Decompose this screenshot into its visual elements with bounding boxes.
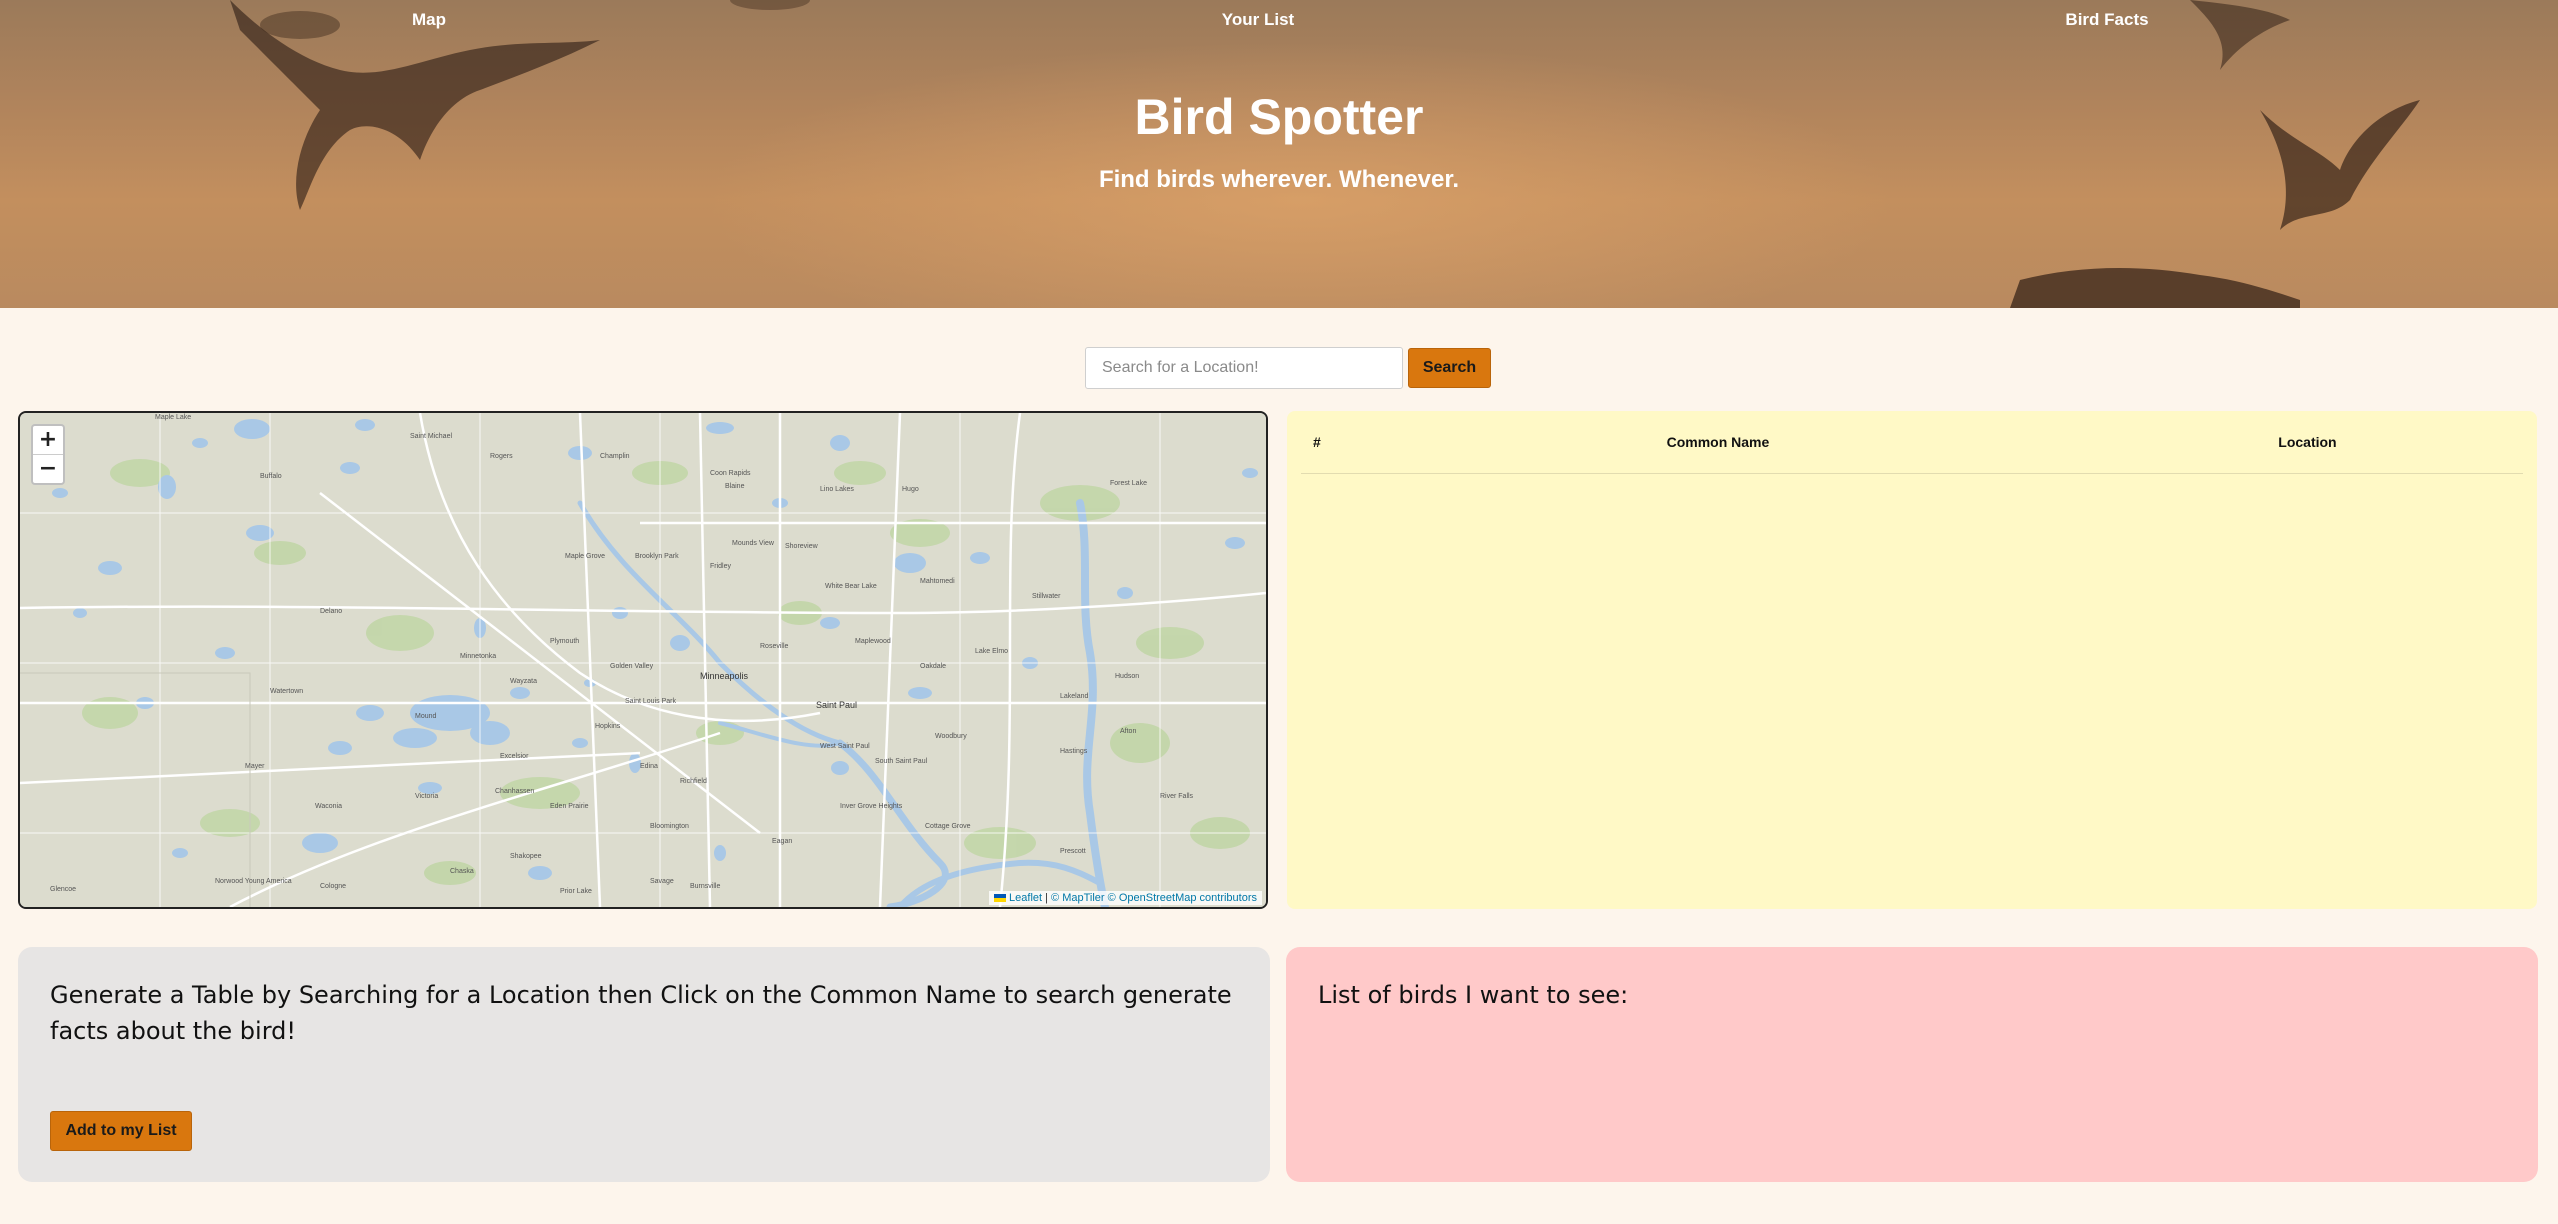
map-label-woodbury: Woodbury	[935, 733, 967, 740]
zoom-out-button[interactable]: −	[33, 454, 63, 483]
map-label-rogers: Rogers	[490, 453, 513, 460]
map-label-south-saint-paul: South Saint Paul	[875, 758, 928, 765]
top-nav: Map Your List Bird Facts	[0, 10, 2558, 36]
map-label-wayzata: Wayzata	[510, 678, 537, 685]
nav-link-your-list[interactable]: Your List	[1222, 10, 1294, 30]
nav-link-map[interactable]: Map	[412, 10, 446, 30]
ukraine-flag-icon	[994, 894, 1007, 903]
map-label-prior-lake: Prior Lake	[560, 888, 592, 895]
map-label-saint-paul: Saint Paul	[816, 700, 857, 710]
map-label-eden-prairie: Eden Prairie	[550, 803, 589, 810]
map-label-chaska: Chaska	[450, 868, 474, 875]
leaflet-link[interactable]: Leaflet	[1009, 892, 1042, 904]
map-label-forest-lake: Forest Lake	[1110, 480, 1147, 487]
map-label-hastings: Hastings	[1060, 748, 1088, 755]
map-label-river-falls: River Falls	[1160, 793, 1194, 800]
column-header-location: Location	[2091, 411, 2523, 474]
table-header-row: # Common Name Location	[1301, 411, 2523, 474]
map-label-coon-rapids: Coon Rapids	[710, 470, 751, 477]
map-label-buffalo: Buffalo	[260, 473, 282, 480]
map-label-lake-elmo: Lake Elmo	[975, 648, 1008, 655]
map-label-maple-grove: Maple Grove	[565, 553, 605, 560]
map-label-lino-lakes: Lino Lakes	[820, 486, 854, 493]
search-button[interactable]: Search	[1408, 348, 1491, 388]
hero-banner: Map Your List Bird Facts Bird Spotter Fi…	[0, 0, 2558, 308]
bird-results-table: # Common Name Location	[1301, 411, 2523, 474]
map-label-inver-grove-heights: Inver Grove Heights	[840, 803, 903, 810]
map-label-hugo: Hugo	[902, 486, 919, 493]
map-label-bloomington: Bloomington	[650, 823, 689, 830]
map-label-minneapolis: Minneapolis	[700, 671, 749, 681]
map-label-mayer: Mayer	[245, 763, 265, 770]
instructions-text: Generate a Table by Searching for a Loca…	[50, 981, 1232, 1045]
openstreetmap-link[interactable]: © OpenStreetMap contributors	[1108, 892, 1257, 904]
map-label-saint-michael: Saint Michael	[410, 433, 452, 440]
map-label-shoreview: Shoreview	[785, 543, 819, 550]
map-label-shakopee: Shakopee	[510, 853, 542, 860]
map-label-chanhassen: Chanhassen	[495, 788, 534, 795]
map-panel[interactable]: Minneapolis Saint Paul Maple Lake Saint …	[18, 411, 1268, 909]
map-tiles[interactable]: Minneapolis Saint Paul Maple Lake Saint …	[20, 413, 1266, 907]
map-label-cottage-grove: Cottage Grove	[925, 823, 971, 830]
location-search-input[interactable]	[1085, 347, 1403, 389]
map-label-lakeland: Lakeland	[1060, 693, 1089, 700]
map-attribution: Leaflet | © MapTiler © OpenStreetMap con…	[989, 891, 1262, 905]
map-label-watertown: Watertown	[270, 688, 303, 695]
map-label-excelsior: Excelsior	[500, 753, 529, 760]
map-label-west-saint-paul: West Saint Paul	[820, 743, 870, 750]
map-label-plymouth: Plymouth	[550, 638, 579, 645]
map-label-mahtomedi: Mahtomedi	[920, 578, 955, 585]
map-label-burnsville: Burnsville	[690, 883, 720, 890]
map-label-stillwater: Stillwater	[1032, 593, 1061, 600]
map-label-edina: Edina	[640, 763, 658, 770]
map-label-roseville: Roseville	[760, 643, 789, 650]
map-label-brooklyn-park: Brooklyn Park	[635, 553, 679, 560]
zoom-in-button[interactable]: +	[33, 426, 63, 454]
page-subtitle: Find birds wherever. Whenever.	[1098, 166, 1460, 193]
map-label-prescott: Prescott	[1060, 848, 1086, 855]
flying-birds-image	[230, 0, 2420, 308]
map-label-mounds-view: Mounds View	[732, 540, 775, 547]
map-label-fridley: Fridley	[710, 563, 732, 570]
map-label-champlin: Champlin	[600, 453, 630, 460]
wishlist-title: List of birds I want to see:	[1318, 981, 1629, 1009]
map-label-hudson: Hudson	[1115, 673, 1139, 680]
map-label-saint-louis-park: Saint Louis Park	[625, 698, 676, 705]
map-label-maple-lake: Maple Lake	[155, 414, 191, 421]
wishlist-card: List of birds I want to see:	[1286, 947, 2538, 1182]
map-label-golden-valley: Golden Valley	[610, 663, 654, 670]
map-label-hopkins: Hopkins	[595, 723, 621, 730]
map-label-norwood-young-america: Norwood Young America	[215, 878, 292, 885]
instructions-card: Generate a Table by Searching for a Loca…	[18, 947, 1270, 1182]
map-label-blaine: Blaine	[725, 483, 745, 490]
map-label-white-bear-lake: White Bear Lake	[825, 583, 877, 590]
map-label-maplewood: Maplewood	[855, 638, 891, 645]
map-label-mound: Mound	[415, 713, 437, 720]
map-label-minnetonka: Minnetonka	[460, 653, 496, 660]
map-label-eagan: Eagan	[772, 838, 792, 845]
page-title: Bird Spotter	[1134, 89, 1424, 145]
map-label-oakdale: Oakdale	[920, 663, 946, 670]
attribution-separator: |	[1045, 892, 1048, 904]
map-label-victoria: Victoria	[415, 793, 438, 800]
bird-results-panel: # Common Name Location	[1287, 411, 2537, 909]
map-label-savage: Savage	[650, 878, 674, 885]
map-label-delano: Delano	[320, 608, 342, 615]
map-label-afton: Afton	[1120, 728, 1136, 735]
maptiler-link[interactable]: © MapTiler	[1051, 892, 1105, 904]
column-header-common-name: Common Name	[1344, 411, 2092, 474]
add-to-list-button[interactable]: Add to my List	[50, 1111, 192, 1151]
nav-link-bird-facts[interactable]: Bird Facts	[2065, 10, 2148, 30]
map-label-glencoe: Glencoe	[50, 886, 76, 893]
map-label-cologne: Cologne	[320, 883, 346, 890]
map-label-waconia: Waconia	[315, 803, 342, 810]
column-header-number: #	[1301, 411, 1344, 474]
map-zoom-control: + −	[31, 424, 65, 485]
map-label-richfield: Richfield	[680, 778, 707, 785]
